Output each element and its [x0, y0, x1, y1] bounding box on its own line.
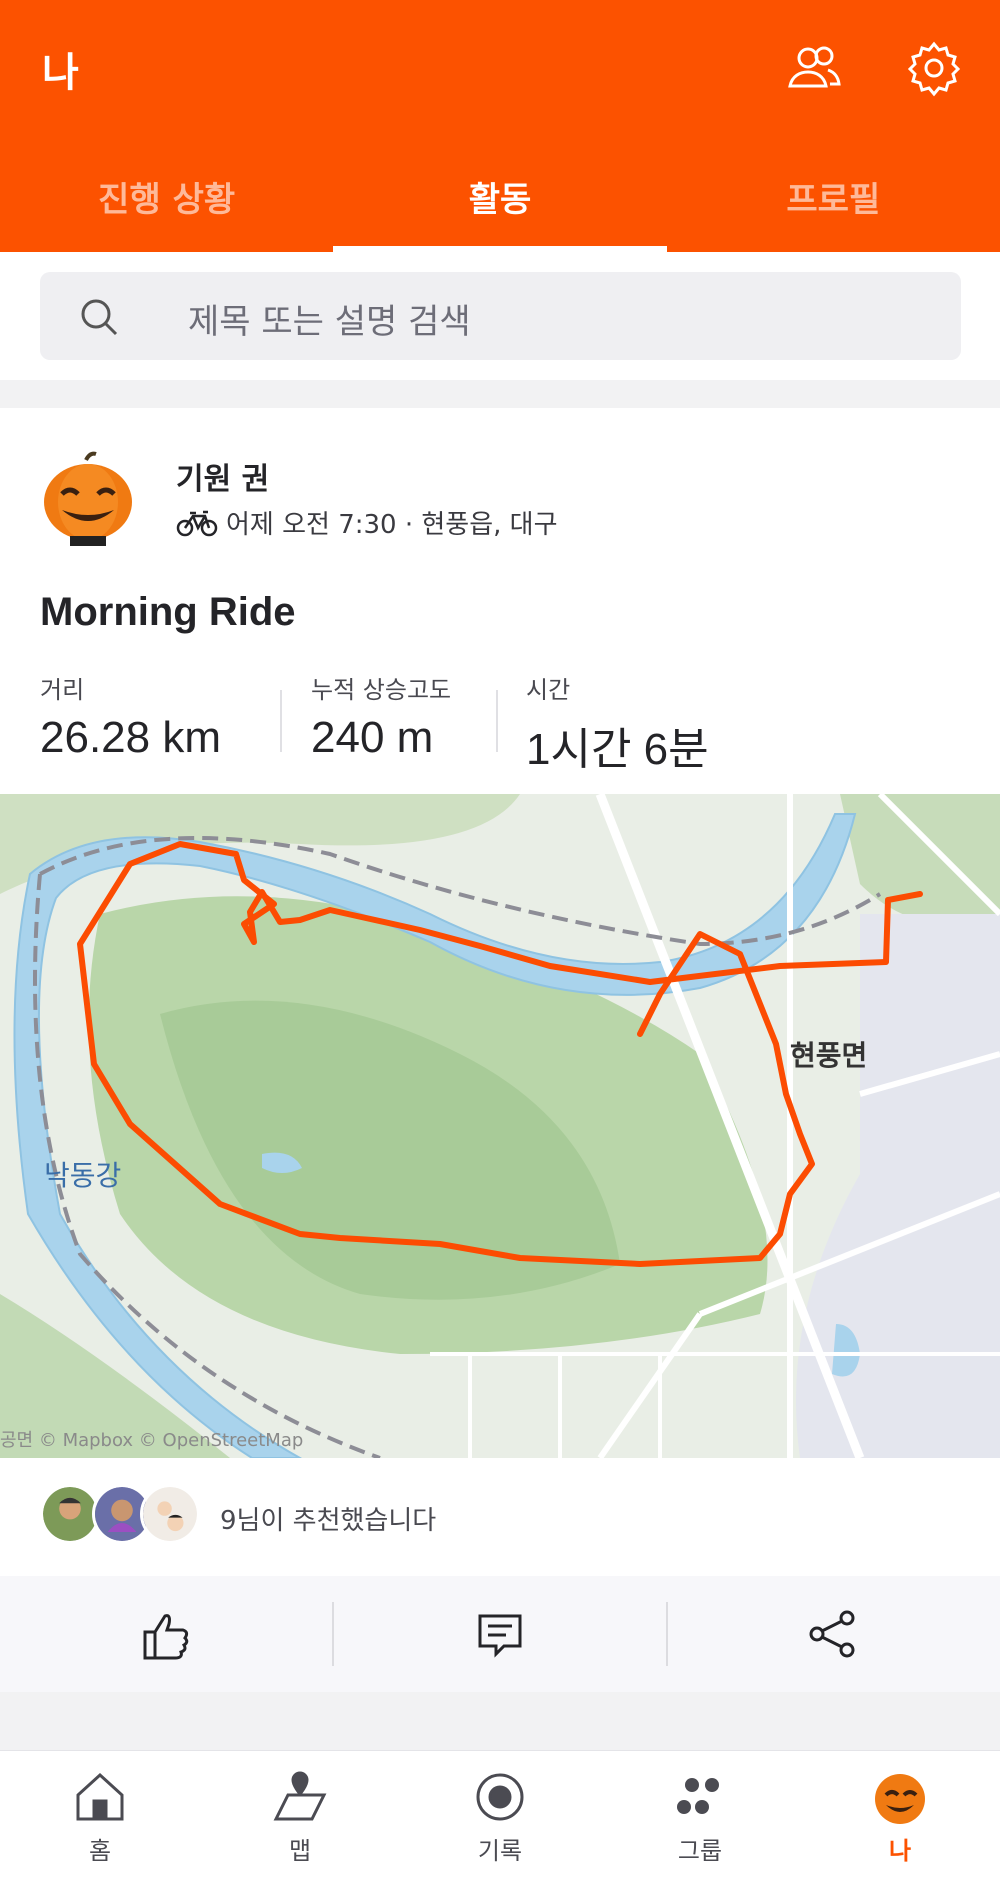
route-map[interactable]: 현풍면 낙동강 공면 © Mapbox © OpenStreetMap — [0, 794, 1000, 1458]
nav-label: 나 — [888, 1837, 912, 1865]
stat-time: 시간 1시간 6분 — [526, 670, 709, 777]
activity-meta: 어제 오전 7:30 · 현풍읍, 대구 — [176, 504, 558, 541]
tab-activities[interactable]: 활동 — [333, 160, 667, 252]
stat-divider — [496, 690, 498, 752]
record-icon — [476, 1773, 524, 1821]
nav-you[interactable]: 나 — [800, 1751, 1000, 1890]
nav-home[interactable]: 홈 — [0, 1751, 200, 1890]
map-label-town: 현풍면 — [790, 1039, 868, 1072]
tab-progress[interactable]: 진행 상황 — [0, 160, 333, 252]
gear-icon[interactable] — [904, 38, 964, 98]
page-title: 나 — [42, 50, 79, 96]
share-icon — [809, 1610, 855, 1658]
home-icon — [76, 1772, 124, 1821]
avatar-icon — [875, 1774, 925, 1824]
search-area: 제목 또는 설명 검색 — [0, 252, 1000, 380]
bottom-nav: 홈 맵 기록 그룹 나 — [0, 1750, 1000, 1890]
activity-title[interactable]: Morning Ride — [40, 590, 296, 635]
activity-card[interactable]: 기원 권 어제 오전 7:30 · 현풍읍, 대구 Morning Ride 거… — [0, 408, 1000, 1576]
search-placeholder: 제목 또는 설명 검색 — [188, 302, 471, 342]
activity-actions — [0, 1576, 1000, 1692]
stat-elevation: 누적 상승고도 240 m — [311, 670, 451, 763]
kudo-avatar-3 — [140, 1484, 200, 1544]
nav-maps[interactable]: 맵 — [200, 1751, 400, 1890]
nav-label: 맵 — [288, 1837, 312, 1865]
kudos-button[interactable] — [0, 1576, 333, 1692]
stat-label: 거리 — [40, 676, 85, 704]
tab-bar: 진행 상황 활동 프로필 — [0, 160, 1000, 252]
stat-value: 1시간 6분 — [526, 725, 709, 774]
friends-icon[interactable] — [784, 38, 844, 98]
stat-label: 누적 상승고도 — [311, 676, 452, 704]
search-input[interactable]: 제목 또는 설명 검색 — [40, 272, 961, 360]
app-header: 나 진행 상황 활동 프로필 — [0, 0, 1000, 252]
nav-groups[interactable]: 그룹 — [600, 1751, 800, 1890]
map-icon — [273, 1771, 327, 1821]
stat-value: 240 m — [311, 713, 434, 762]
nav-record[interactable]: 기록 — [400, 1751, 600, 1890]
route-map-image — [0, 794, 1000, 1458]
stat-value: 26.28 km — [40, 713, 221, 762]
map-attribution: 공면 © Mapbox © OpenStreetMap — [0, 1430, 304, 1451]
bike-icon — [176, 510, 218, 536]
kudos-row[interactable]: 9님이 추천했습니다 — [0, 1458, 1000, 1576]
comment-icon — [478, 1614, 522, 1658]
share-button[interactable] — [667, 1576, 1000, 1692]
stat-divider — [280, 690, 282, 752]
groups-icon — [677, 1778, 719, 1814]
stat-label: 시간 — [526, 676, 571, 704]
nav-label: 그룹 — [677, 1837, 723, 1865]
map-label-river: 낙동강 — [44, 1159, 122, 1192]
athlete-name[interactable]: 기원 권 — [176, 454, 269, 498]
kudos-text[interactable]: 9님이 추천했습니다 — [220, 1500, 436, 1537]
tab-profile[interactable]: 프로필 — [667, 160, 1000, 252]
activity-meta-text: 어제 오전 7:30 · 현풍읍, 대구 — [226, 510, 558, 540]
thumbs-up-icon — [143, 1614, 188, 1660]
nav-label: 홈 — [88, 1837, 112, 1865]
search-icon — [81, 299, 118, 336]
avatar[interactable] — [40, 450, 136, 546]
stat-distance: 거리 26.28 km — [40, 670, 221, 763]
nav-label: 기록 — [477, 1837, 523, 1865]
kudo-avatar-1 — [40, 1484, 100, 1544]
comment-button[interactable] — [333, 1576, 666, 1692]
